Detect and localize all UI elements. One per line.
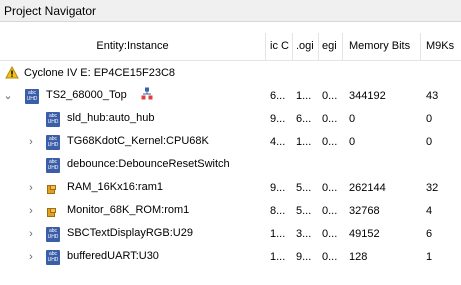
device-row[interactable]: Cyclone IV E: EP4CE15F23C8 xyxy=(0,61,461,84)
logic-registers-value: 9... xyxy=(296,251,312,263)
logic-cells-value: 6... xyxy=(270,90,286,102)
entity-name: TG68KdotC_Kernel:CPU68K xyxy=(67,135,209,147)
entity-icon: abc UHD xyxy=(46,158,60,173)
logic-registers-value: 6... xyxy=(296,113,312,125)
logic-cells-value: 4... xyxy=(270,136,286,148)
memory-bits-value: 344192 xyxy=(349,90,386,102)
memory-bits-value: 0 xyxy=(349,113,356,125)
tree-row[interactable]: › abc UHD TG68KdotC_Kernel:CPU68K 4... 1.… xyxy=(0,131,461,154)
tree-row[interactable]: abc UHD sld_hub:auto_hub 9... 6... 0... 0… xyxy=(0,108,461,131)
chevron-right-icon[interactable]: › xyxy=(26,181,36,195)
column-header-registers[interactable]: egi xyxy=(319,33,343,60)
device-label: Cyclone IV E: EP4CE15F23C8 xyxy=(24,67,176,79)
registers-value: 0... xyxy=(322,251,338,263)
registers-value: 0... xyxy=(322,136,338,148)
entity-name: TS2_68000_Top xyxy=(46,89,127,101)
hierarchy-top-icon xyxy=(141,87,153,100)
entity-icon: abc UHD xyxy=(46,250,60,265)
panel-titlebar: Project Navigator xyxy=(0,0,461,22)
memory-block-icon xyxy=(47,182,59,194)
panel-title: Project Navigator xyxy=(4,4,97,18)
memory-bits-value: 49152 xyxy=(349,228,380,240)
m9ks-value: 43 xyxy=(426,90,439,102)
m9ks-value: 0 xyxy=(426,136,433,148)
entity-icon: abc UHD xyxy=(25,89,39,104)
logic-registers-value: 1... xyxy=(296,90,312,102)
registers-value: 0... xyxy=(322,182,338,194)
logic-cells-value: 1... xyxy=(270,228,286,240)
entity-icon: abc UHD xyxy=(46,112,60,127)
memory-block-icon xyxy=(47,205,59,217)
column-header-m9ks[interactable]: M9Ks xyxy=(421,33,461,60)
entity-name: SBCTextDisplayRGB:U29 xyxy=(67,227,193,239)
logic-cells-value: 9... xyxy=(270,182,286,194)
tree-row[interactable]: › abc UHD SBCTextDisplayRGB:U29 1... 3...… xyxy=(0,223,461,246)
entity-name: RAM_16Kx16:ram1 xyxy=(67,181,163,193)
chevron-right-icon[interactable]: › xyxy=(26,250,36,264)
entity-icon: abc UHD xyxy=(46,135,60,150)
entity-name: Monitor_68K_ROM:rom1 xyxy=(67,204,190,216)
logic-registers-value: 5... xyxy=(296,205,312,217)
memory-bits-value: 128 xyxy=(349,251,368,263)
column-header-logic-cells[interactable]: ic C xyxy=(266,33,293,60)
m9ks-value: 4 xyxy=(426,205,433,217)
registers-value: 0... xyxy=(322,90,338,102)
m9ks-value: 0 xyxy=(426,113,433,125)
tree-row[interactable]: › abc UHD bufferedUART:U30 1... 9... 0...… xyxy=(0,246,461,269)
column-header-row: Entity:Instance ic C .ogi egi Memory Bit… xyxy=(0,33,461,61)
warning-icon xyxy=(5,66,19,79)
entity-name: debounce:DebounceResetSwitch xyxy=(67,158,230,170)
entity-icon: abc UHD xyxy=(46,227,60,242)
logic-registers-value: 3... xyxy=(296,228,312,240)
m9ks-value: 1 xyxy=(426,251,433,263)
chevron-right-icon[interactable]: › xyxy=(26,204,36,218)
memory-bits-value: 32768 xyxy=(349,205,380,217)
memory-bits-value: 0 xyxy=(349,136,356,148)
logic-cells-value: 1... xyxy=(270,251,286,263)
chevron-down-icon[interactable]: ⌄ xyxy=(3,89,13,103)
m9ks-value: 32 xyxy=(426,182,439,194)
column-header-entity[interactable]: Entity:Instance xyxy=(0,33,266,60)
tree-row[interactable]: › Monitor_68K_ROM:rom1 8... 5... 0... 32… xyxy=(0,200,461,223)
registers-value: 0... xyxy=(322,228,338,240)
m9ks-value: 6 xyxy=(426,228,433,240)
tree-row[interactable]: ⌄ abc UHD TS2_68000_Top 6... 1... 0... 34… xyxy=(0,85,461,108)
chevron-right-icon[interactable]: › xyxy=(26,135,36,149)
column-header-logic-registers[interactable]: .ogi xyxy=(293,33,319,60)
entity-name: sld_hub:auto_hub xyxy=(67,112,155,124)
registers-value: 0... xyxy=(322,113,338,125)
logic-registers-value: 1... xyxy=(296,136,312,148)
entity-name: bufferedUART:U30 xyxy=(67,250,159,262)
logic-cells-value: 9... xyxy=(270,113,286,125)
tree-row[interactable]: abc UHD debounce:DebounceResetSwitch xyxy=(0,154,461,177)
column-header-memory-bits[interactable]: Memory Bits xyxy=(343,33,421,60)
registers-value: 0... xyxy=(322,205,338,217)
logic-cells-value: 8... xyxy=(270,205,286,217)
logic-registers-value: 5... xyxy=(296,182,312,194)
memory-bits-value: 262144 xyxy=(349,182,386,194)
chevron-right-icon[interactable]: › xyxy=(26,227,36,241)
tree-row[interactable]: › RAM_16Kx16:ram1 9... 5... 0... 262144 … xyxy=(0,177,461,200)
